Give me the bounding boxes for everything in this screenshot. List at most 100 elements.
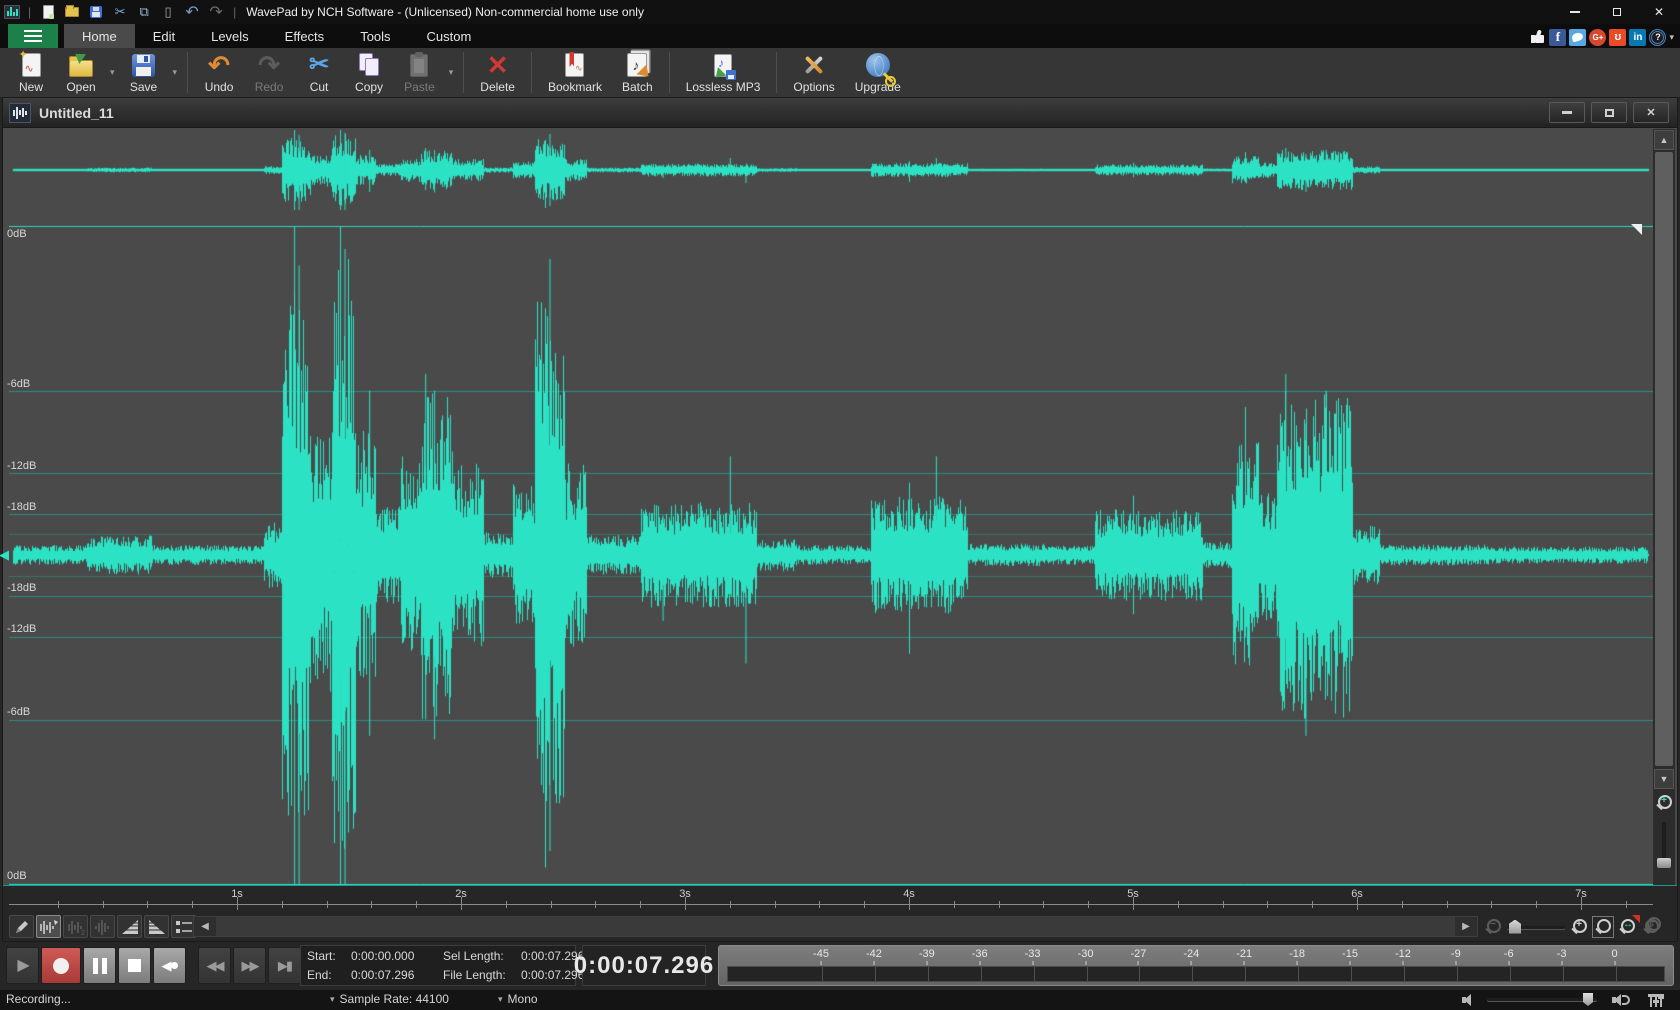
vertical-scrollbar[interactable]: ▲ ▼ + [1653,129,1675,885]
new-button[interactable]: ✦∿New [6,48,56,97]
tab-effects[interactable]: Effects [267,24,343,48]
tab-edit[interactable]: Edit [135,24,193,48]
save-button[interactable]: Save [119,48,169,97]
window-close-button[interactable]: ✕ [1638,0,1680,24]
channels-selector[interactable]: ▾ Mono [498,992,538,1006]
redo-icon[interactable]: ↷ [207,3,225,21]
document-title: Untitled_11 [39,105,114,121]
status-bar: Recording... ▾ Sample Rate: 44100 ▾ Mono [0,990,1680,1010]
zoom-out-icon[interactable]: − [1483,917,1503,937]
lossless-mp3-button[interactable]: ♪Lossless MP3 [676,48,771,97]
scroll-right-button[interactable]: ▶ [1455,917,1477,936]
waveform-canvas[interactable] [9,128,1655,885]
vertical-zoom-slider[interactable] [1662,822,1666,866]
wave-edit-b-tool[interactable] [90,915,115,938]
window-minimize-button[interactable] [1554,0,1596,24]
fade-out-tool[interactable] [144,915,169,938]
googleplus-icon[interactable]: G+ [1589,29,1606,46]
horizontal-scrollbar-track[interactable] [216,917,1455,936]
volume-slider[interactable] [1487,998,1597,1001]
meter-segment-divider [981,967,982,981]
paste-dropdown-caret[interactable]: ▾ [445,48,458,97]
delete-button[interactable]: ✕Delete [470,48,525,97]
paste-button[interactable]: Paste [394,48,445,97]
speaker-loud-icon[interactable] [1612,994,1626,1006]
record-button[interactable] [41,947,81,984]
zoom-full-file-icon[interactable]: ↔ [1617,917,1637,937]
window-title: WavePad by NCH Software - (Unlicensed) N… [246,5,644,19]
facebook-icon[interactable]: f [1549,29,1566,46]
zoom-out-vertical-icon[interactable]: − [1643,915,1663,935]
fast-forward-button[interactable]: ▶▶ [233,947,266,984]
end-of-file-marker[interactable] [1631,224,1642,235]
tab-tools[interactable]: Tools [342,24,408,48]
save-icon[interactable] [87,3,105,21]
db-label: -18dB [7,501,36,513]
db-label: -6dB [7,378,30,390]
scroll-left-button[interactable]: ◀ [194,917,216,936]
cut-icon[interactable]: ✂ [111,3,129,21]
help-icon[interactable]: ? [1649,29,1666,46]
fade-in-tool[interactable] [117,915,142,938]
mixer-icon[interactable] [1650,993,1662,1007]
upgrade-button[interactable]: Upgrade [845,48,911,97]
zoom-in-icon[interactable]: + [1569,917,1589,937]
copy-button[interactable]: Copy [344,48,394,97]
options-button[interactable]: Options [783,48,844,97]
vertical-scrollbar-track[interactable] [1655,152,1673,766]
go-to-end-button[interactable]: ▶▮ [268,947,301,984]
draw-tool[interactable] [9,915,34,938]
document-minimize-button[interactable] [1549,102,1585,123]
help-dropdown-caret[interactable]: ▾ [1669,32,1674,43]
pause-button[interactable] [83,947,116,984]
mute-speaker-icon[interactable] [1462,994,1476,1006]
main-menu-button[interactable] [8,24,58,48]
scrub-tool[interactable] [36,915,61,938]
scroll-down-button[interactable]: ▼ [1654,769,1674,789]
paste-icon[interactable]: ▯ [159,3,177,21]
ruler-baseline [9,904,1653,905]
open-dropdown-caret[interactable]: ▾ [106,48,119,97]
zoom-slider[interactable] [1507,920,1565,934]
zoom-in-vertical-icon[interactable]: + [1654,793,1674,813]
tab-home[interactable]: Home [64,24,135,48]
play-button[interactable]: ▶ [6,947,39,984]
new-icon[interactable] [39,3,57,21]
linkedin-icon[interactable]: in [1629,29,1646,46]
redo-button[interactable]: ↷Redo [244,48,294,97]
tab-custom[interactable]: Custom [409,24,490,48]
meter-db-label: -33 [1025,948,1041,960]
open-icon[interactable] [63,3,81,21]
zoom-to-selection-icon[interactable] [1593,917,1613,937]
scroll-up-button[interactable]: ▲ [1654,130,1674,150]
sample-rate-selector[interactable]: ▾ Sample Rate: 44100 [330,992,449,1006]
timeline-ruler[interactable]: 1s2s3s4s5s6s7s [3,885,1677,912]
scrub-button[interactable]: ◀ [153,947,186,984]
meter-segment-divider [875,967,876,981]
stop-button[interactable] [118,947,151,984]
meter-tick [979,961,980,965]
copy-icon[interactable]: ⧉ [135,3,153,21]
tab-levels[interactable]: Levels [193,24,267,48]
window-restore-button[interactable] [1596,0,1638,24]
undo-icon[interactable]: ↶ [183,3,201,21]
ruler-label: 3s [679,888,691,900]
like-icon[interactable] [1529,29,1546,46]
undo-button[interactable]: ↶Undo [194,48,244,97]
batch-button[interactable]: ♪Batch [612,48,663,97]
document-maximize-button[interactable] [1591,102,1627,123]
twitter-icon[interactable] [1569,29,1586,46]
stumbleupon-icon[interactable]: ʊ [1609,29,1626,46]
waveform-display[interactable]: 0dB0dB-6dB-6dB-12dB-12dB-18dB-18dB ◀ ▲ ▼… [3,128,1677,885]
dropdown-caret-icon: ▾ [498,994,503,1005]
open-button[interactable]: Open [56,48,106,97]
cut-icon: ✂ [309,51,329,79]
cut-button[interactable]: ✂Cut [294,48,344,97]
rewind-button[interactable]: ◀◀ [198,947,231,984]
save-dropdown-caret[interactable]: ▾ [169,48,182,97]
bookmark-button[interactable]: Bookmark [538,48,612,97]
document-close-button[interactable]: ✕ [1633,102,1669,123]
horizontal-scrollbar[interactable]: ◀ ▶ [193,916,1478,937]
wave-edit-a-tool[interactable]: 2 [63,915,88,938]
meter-segment-divider [1351,967,1352,981]
